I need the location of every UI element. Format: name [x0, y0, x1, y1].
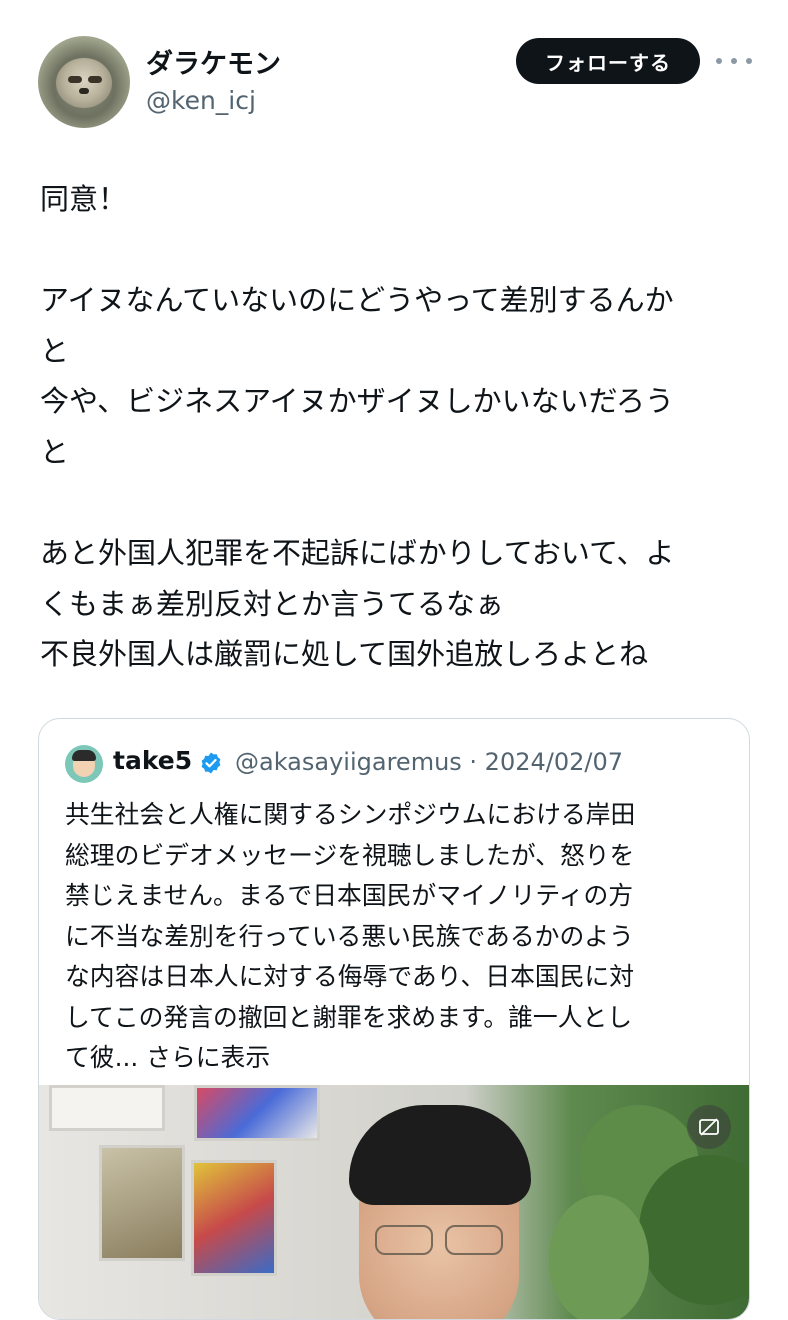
- follow-button[interactable]: フォローする: [516, 38, 700, 84]
- post-text: 同意！ アイヌなんていないのにどうやって差別するんか と 今や、ビジネスアイヌか…: [40, 182, 675, 672]
- post-header: ダラケモン @ken_icj フォローする: [0, 0, 788, 140]
- wall-frame: [99, 1145, 185, 1261]
- author-handle[interactable]: @ken_icj: [146, 86, 256, 115]
- author-display-name[interactable]: ダラケモン: [146, 42, 281, 81]
- quoted-author-name[interactable]: take5: [113, 746, 192, 775]
- avatar-eye-left: [68, 76, 82, 83]
- wall-frame: [194, 1085, 320, 1141]
- quoted-author-handle-date: @akasayiigaremus · 2024/02/07: [235, 748, 623, 776]
- sloth-face: [56, 58, 112, 108]
- plant-foliage: [549, 1195, 649, 1319]
- quoted-post-text: 共生社会と人権に関するシンポジウムにおける岸田 総理のビデオメッセージを視聴しま…: [65, 795, 725, 1079]
- more-options-icon[interactable]: [716, 48, 752, 74]
- wall-frame: [191, 1160, 277, 1276]
- speaker-hair: [349, 1105, 531, 1205]
- avatar-nose: [79, 88, 89, 94]
- quoted-author-avatar[interactable]: [65, 745, 103, 783]
- avatar-hair: [72, 750, 96, 761]
- wall-frame: [49, 1085, 165, 1131]
- quoted-post-card[interactable]: take5 @akasayiigaremus · 2024/02/07 共生社会…: [38, 718, 750, 1320]
- avatar-eye-right: [88, 76, 102, 83]
- author-avatar[interactable]: [38, 36, 130, 128]
- verified-badge-icon: [201, 752, 221, 774]
- show-more-link[interactable]: さらに表示: [146, 1043, 270, 1072]
- quoted-video-thumbnail[interactable]: [39, 1085, 749, 1319]
- speaker-glasses: [375, 1225, 503, 1255]
- captions-off-icon[interactable]: [687, 1105, 731, 1149]
- quoted-text-content: 共生社会と人権に関するシンポジウムにおける岸田 総理のビデオメッセージを視聴しま…: [65, 800, 636, 1072]
